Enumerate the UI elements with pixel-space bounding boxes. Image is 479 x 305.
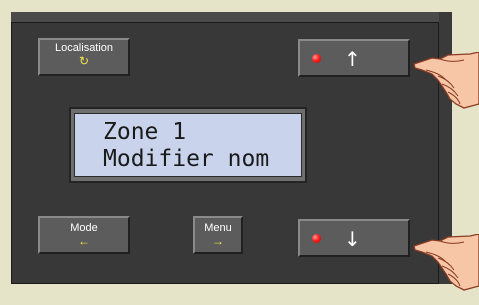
led-indicator <box>312 234 321 243</box>
lcd-line-2: Modifier nom <box>103 146 270 172</box>
arrow-right-icon: → <box>212 234 224 248</box>
down-button[interactable]: ↓ <box>298 219 410 257</box>
up-button[interactable]: ↑ <box>298 39 410 77</box>
lcd-bezel: Zone 1 Modifier nom <box>69 107 307 183</box>
lcd-line-1: Zone 1 <box>103 119 187 145</box>
refresh-icon: ↻ <box>78 54 90 68</box>
pointing-hand-icon <box>413 234 479 291</box>
arrow-up-icon: ↑ <box>344 47 361 71</box>
localisation-button[interactable]: Localisation ↻ <box>38 38 130 76</box>
arrow-left-icon: ← <box>78 234 90 248</box>
pointing-hand-icon <box>413 52 479 109</box>
menu-button[interactable]: Menu → <box>193 216 243 254</box>
arrow-down-icon: ↓ <box>344 227 361 251</box>
lcd-screen: Zone 1 Modifier nom <box>74 113 302 177</box>
led-indicator <box>312 54 321 63</box>
mode-button[interactable]: Mode ← <box>38 216 130 254</box>
panel-top-edge <box>11 12 439 22</box>
